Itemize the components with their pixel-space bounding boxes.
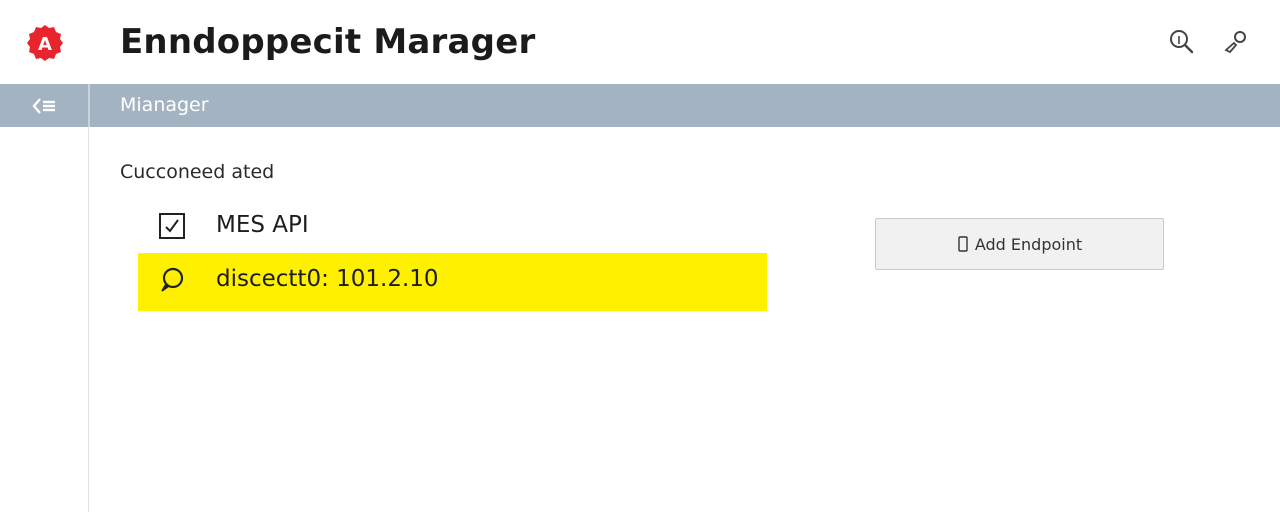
divider bbox=[88, 84, 90, 127]
search-button[interactable] bbox=[1168, 28, 1196, 56]
endpoint-label: discectt0: 101.2.10 bbox=[216, 266, 439, 292]
collapse-icon bbox=[32, 97, 55, 114]
logo: A bbox=[26, 24, 64, 62]
add-endpoint-button[interactable]: Add Endpoint bbox=[875, 218, 1164, 270]
logo-badge-icon: A bbox=[27, 25, 63, 61]
endpoint-item[interactable]: MES API bbox=[138, 199, 767, 257]
section-label: Cucconeed ated bbox=[120, 161, 275, 183]
checkbox-checked-icon bbox=[159, 213, 185, 239]
navigation-bar: Mianager bbox=[0, 84, 1280, 127]
user-icon bbox=[1224, 31, 1246, 54]
app-window: A Enndoppecit Marager Mianager Cucconeed… bbox=[0, 0, 1280, 512]
endpoint-item-selected[interactable]: discectt0: 101.2.10 bbox=[138, 253, 767, 311]
profile-button[interactable] bbox=[1222, 28, 1250, 56]
main-content: Cucconeed ated MES API discectt0: 101.2.… bbox=[89, 127, 1280, 512]
app-title: Enndoppecit Marager bbox=[120, 22, 536, 62]
section-title: Mianager bbox=[120, 94, 209, 116]
search-icon bbox=[1170, 30, 1194, 54]
app-header: A Enndoppecit Marager bbox=[0, 0, 1280, 84]
chat-bubble-icon bbox=[161, 267, 184, 292]
bracket-icon bbox=[958, 236, 968, 252]
endpoint-label: MES API bbox=[216, 212, 309, 238]
chat-icon-wrapper bbox=[158, 266, 186, 294]
checkbox[interactable] bbox=[158, 212, 186, 240]
sidebar bbox=[0, 127, 89, 512]
logo-letter: A bbox=[38, 34, 52, 55]
collapse-sidebar-button[interactable] bbox=[0, 84, 88, 127]
add-endpoint-label: Add Endpoint bbox=[974, 234, 1083, 254]
